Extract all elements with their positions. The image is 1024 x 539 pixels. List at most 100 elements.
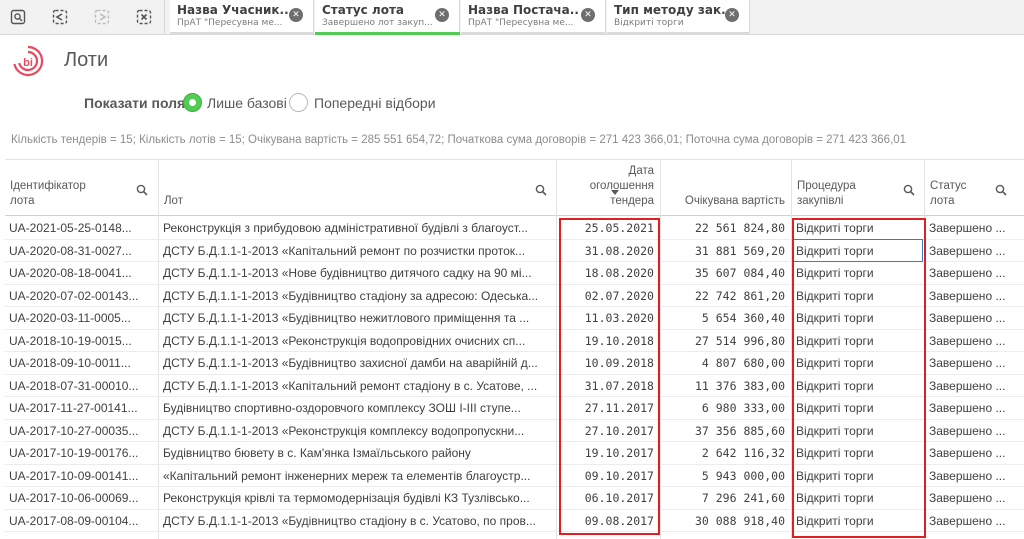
selection-chip-lot-status[interactable]: Статус лота Завершено лот закуп... ✕ bbox=[315, 0, 460, 35]
close-icon[interactable]: ✕ bbox=[435, 8, 449, 22]
cell-tender-date[interactable]: 18.08.2020 bbox=[557, 262, 654, 284]
cell-procedure[interactable]: Відкриті торги bbox=[796, 217, 922, 239]
cell-lot-id[interactable]: UA-2018-07-31-00010... bbox=[9, 375, 155, 397]
table-row[interactable]: UA-2018-07-31-00010... ДСТУ Б.Д.1.1-1-201… bbox=[5, 375, 1024, 397]
radio-previous-selections-label[interactable]: Попередні відбори bbox=[314, 95, 436, 111]
cell-expected-value[interactable]: 31 881 569,20 bbox=[661, 240, 785, 262]
cell-lot-name[interactable]: Будівництво бювету в с. Кам'янка Ізмаїль… bbox=[163, 442, 551, 464]
cell-lot-id[interactable]: UA-2017-10-19-00176... bbox=[9, 442, 155, 464]
cell-lot-status[interactable]: Завершено ... bbox=[929, 442, 1022, 464]
cell-procedure[interactable]: Відкриті торги bbox=[796, 442, 922, 464]
cell-lot-name[interactable]: ДСТУ Б.Д.1.1-1-2013 «Капітальний ремонт … bbox=[163, 240, 551, 262]
table-row[interactable]: UA-2020-08-31-0027... ДСТУ Б.Д.1.1-1-2013… bbox=[5, 240, 1024, 262]
cell-lot-status[interactable]: Завершено ... bbox=[929, 465, 1022, 487]
table-row[interactable]: UA-2020-08-18-0041... ДСТУ Б.Д.1.1-1-2013… bbox=[5, 262, 1024, 285]
selection-chip-supplier[interactable]: Назва Постача... ПрАТ "Пересувна ме... ✕ bbox=[461, 0, 606, 35]
cell-lot-status[interactable]: Завершено ... bbox=[929, 397, 1022, 419]
cell-lot-id[interactable]: UA-2018-09-10-0011... bbox=[9, 352, 155, 374]
cell-procedure[interactable]: Відкриті торги bbox=[796, 307, 922, 329]
radio-basic-only[interactable] bbox=[183, 93, 202, 112]
cell-expected-value[interactable]: 6 980 333,00 bbox=[661, 397, 785, 419]
clear-selections-icon[interactable] bbox=[130, 6, 158, 28]
cell-lot-id[interactable]: UA-2017-10-27-00035... bbox=[9, 420, 155, 442]
cell-procedure[interactable]: Відкриті торги bbox=[796, 352, 922, 374]
cell-tender-date[interactable]: 19.10.2017 bbox=[557, 442, 654, 464]
table-row[interactable]: UA-2017-10-09-00141... «Капітальний ремон… bbox=[5, 465, 1024, 487]
cell-tender-date[interactable]: 02.07.2020 bbox=[557, 285, 654, 307]
close-icon[interactable]: ✕ bbox=[725, 8, 739, 22]
close-icon[interactable]: ✕ bbox=[581, 8, 595, 22]
column-header-tender-date[interactable]: Дата оголошення тендера bbox=[557, 159, 660, 216]
table-row[interactable]: UA-2018-10-19-0015... ДСТУ Б.Д.1.1-1-2013… bbox=[5, 330, 1024, 352]
cell-lot-name[interactable]: Будівництво спортивно-оздоровчого компле… bbox=[163, 397, 551, 419]
table-row[interactable]: UA-2017-10-19-00176... Будівництво бювету… bbox=[5, 442, 1024, 465]
cell-lot-id[interactable]: UA-2020-08-31-0027... bbox=[9, 240, 155, 262]
cell-tender-date[interactable]: 25.05.2021 bbox=[557, 217, 654, 239]
selection-chip-method-type[interactable]: Тип методу зак... Відкриті торги ✕ bbox=[607, 0, 750, 35]
cell-lot-id[interactable]: UA-2017-10-06-00069... bbox=[9, 487, 155, 509]
cell-procedure[interactable]: Відкриті торги bbox=[796, 240, 922, 262]
search-selections-icon[interactable] bbox=[4, 6, 32, 28]
column-header-lot-status[interactable]: Статус лота bbox=[925, 159, 1024, 216]
cell-lot-id[interactable]: UA-2020-07-02-00143... bbox=[9, 285, 155, 307]
cell-procedure[interactable]: Відкриті торги bbox=[796, 465, 922, 487]
cell-lot-id[interactable]: UA-2018-10-19-0015... bbox=[9, 330, 155, 352]
cell-lot-status[interactable]: Завершено ... bbox=[929, 375, 1022, 397]
cell-lot-status[interactable]: Завершено ... bbox=[929, 510, 1022, 532]
column-header-lot[interactable]: Лот bbox=[159, 159, 556, 216]
cell-lot-status[interactable]: Завершено ... bbox=[929, 262, 1022, 284]
cell-procedure[interactable]: Відкриті торги bbox=[796, 487, 922, 509]
cell-lot-id[interactable]: UA-2017-10-09-00141... bbox=[9, 465, 155, 487]
radio-previous-selections[interactable] bbox=[289, 93, 308, 112]
column-header-procedure[interactable]: Процедура закупівлі bbox=[792, 159, 924, 216]
cell-expected-value[interactable]: 5 943 000,00 bbox=[661, 465, 785, 487]
cell-lot-status[interactable]: Завершено ... bbox=[929, 285, 1022, 307]
cell-lot-status[interactable]: Завершено ... bbox=[929, 487, 1022, 509]
cell-expected-value[interactable]: 11 376 383,00 bbox=[661, 375, 785, 397]
cell-lot-id[interactable]: UA-2021-05-25-0148... bbox=[9, 217, 155, 239]
close-icon[interactable]: ✕ bbox=[289, 8, 303, 22]
cell-expected-value[interactable]: 5 654 360,40 bbox=[661, 307, 785, 329]
column-header-lot-id[interactable]: Ідентифікатор лота bbox=[5, 159, 158, 216]
cell-expected-value[interactable]: 22 742 861,20 bbox=[661, 285, 785, 307]
cell-expected-value[interactable]: 37 356 885,60 bbox=[661, 420, 785, 442]
cell-lot-name[interactable]: ДСТУ Б.Д.1.1-1-2013 «Нове будівництво ди… bbox=[163, 262, 551, 284]
search-icon[interactable] bbox=[903, 184, 915, 196]
cell-lot-status[interactable]: Завершено ... bbox=[929, 330, 1022, 352]
cell-expected-value[interactable]: 35 607 084,40 bbox=[661, 262, 785, 284]
cell-lot-status[interactable]: Завершено ... bbox=[929, 240, 1022, 262]
cell-lot-status[interactable]: Завершено ... bbox=[929, 352, 1022, 374]
table-row[interactable]: UA-2020-07-02-00143... ДСТУ Б.Д.1.1-1-201… bbox=[5, 285, 1024, 307]
table-row[interactable]: UA-2017-10-06-00069... Реконструкція крів… bbox=[5, 487, 1024, 510]
cell-tender-date[interactable]: 27.10.2017 bbox=[557, 420, 654, 442]
table-row[interactable]: UA-2017-08-09-00104... ДСТУ Б.Д.1.1-1-201… bbox=[5, 510, 1024, 532]
cell-expected-value[interactable]: 2 642 116,32 bbox=[661, 442, 785, 464]
search-icon[interactable] bbox=[535, 184, 547, 196]
cell-tender-date[interactable]: 11.03.2020 bbox=[557, 307, 654, 329]
cell-tender-date[interactable]: 31.07.2018 bbox=[557, 375, 654, 397]
cell-lot-name[interactable]: ДСТУ Б.Д.1.1-1-2013 «Будівництво захисно… bbox=[163, 352, 551, 374]
table-row[interactable]: UA-2017-11-27-00141... Будівництво спорти… bbox=[5, 397, 1024, 420]
cell-lot-name[interactable]: Реконструкція з прибудовою адміністратив… bbox=[163, 217, 551, 239]
cell-lot-name[interactable]: Реконструкція крівлі та термомодернізаці… bbox=[163, 487, 551, 509]
cell-lot-status[interactable]: Завершено ... bbox=[929, 217, 1022, 239]
cell-lot-status[interactable]: Завершено ... bbox=[929, 307, 1022, 329]
cell-tender-date[interactable]: 09.10.2017 bbox=[557, 465, 654, 487]
cell-tender-date[interactable]: 10.09.2018 bbox=[557, 352, 654, 374]
cell-lot-name[interactable]: ДСТУ Б.Д.1.1-1-2013 «Будівництво нежитло… bbox=[163, 307, 551, 329]
sort-descending-icon[interactable] bbox=[611, 190, 619, 195]
cell-tender-date[interactable]: 19.10.2018 bbox=[557, 330, 654, 352]
table-row[interactable]: UA-2021-05-25-0148... Реконструкція з при… bbox=[5, 217, 1024, 240]
cell-expected-value[interactable]: 27 514 996,80 bbox=[661, 330, 785, 352]
cell-tender-date[interactable]: 06.10.2017 bbox=[557, 487, 654, 509]
cell-tender-date[interactable]: 27.11.2017 bbox=[557, 397, 654, 419]
cell-expected-value[interactable]: 30 088 918,40 bbox=[661, 510, 785, 532]
cell-procedure[interactable]: Відкриті торги bbox=[796, 510, 922, 532]
cell-procedure[interactable]: Відкриті торги bbox=[796, 375, 922, 397]
cell-expected-value[interactable]: 4 807 680,00 bbox=[661, 352, 785, 374]
cell-lot-name[interactable]: ДСТУ Б.Д.1.1-1-2013 «Капітальний ремонт … bbox=[163, 375, 551, 397]
cell-lot-name[interactable]: «Капітальний ремонт інженерних мереж та … bbox=[163, 465, 551, 487]
cell-procedure[interactable]: Відкриті торги bbox=[796, 397, 922, 419]
table-row[interactable]: UA-2020-03-11-0005... ДСТУ Б.Д.1.1-1-2013… bbox=[5, 307, 1024, 330]
cell-lot-id[interactable]: UA-2020-08-18-0041... bbox=[9, 262, 155, 284]
